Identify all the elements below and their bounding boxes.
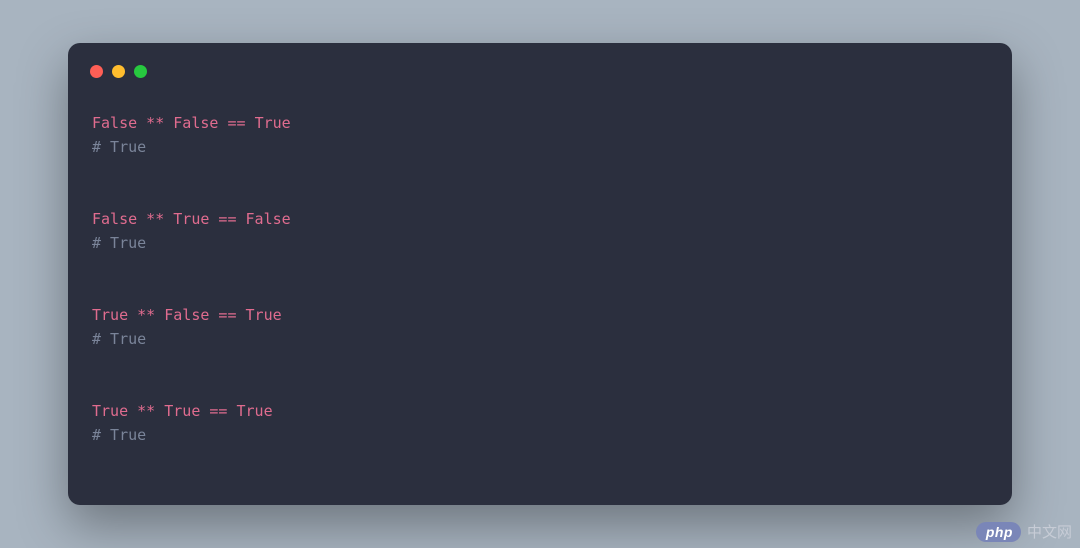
- php-badge: php: [976, 522, 1021, 542]
- code-expression-line: False ** True == False: [92, 207, 291, 231]
- keyword-token: False: [92, 207, 137, 231]
- keyword-token: False: [164, 303, 209, 327]
- operator-token: ==: [200, 399, 236, 423]
- code-window: False ** False == True# TrueFalse ** Tru…: [68, 43, 1012, 505]
- keyword-token: False: [246, 207, 291, 231]
- minimize-icon[interactable]: [112, 65, 125, 78]
- close-icon[interactable]: [90, 65, 103, 78]
- watermark-text: 中文网: [1027, 521, 1072, 542]
- maximize-icon[interactable]: [134, 65, 147, 78]
- blank-line: [92, 159, 291, 207]
- keyword-token: True: [92, 399, 128, 423]
- operator-token: ==: [209, 207, 245, 231]
- comment-text: # True: [92, 231, 146, 255]
- code-expression-line: False ** False == True: [92, 111, 291, 135]
- keyword-token: True: [246, 303, 282, 327]
- blank-line: [92, 351, 291, 399]
- traffic-lights: [90, 65, 147, 78]
- operator-token: ==: [209, 303, 245, 327]
- code-comment-line: # True: [92, 423, 291, 447]
- code-expression-line: True ** False == True: [92, 303, 291, 327]
- code-expression-line: True ** True == True: [92, 399, 291, 423]
- keyword-token: True: [173, 207, 209, 231]
- keyword-token: False: [92, 111, 137, 135]
- operator-token: **: [137, 111, 173, 135]
- comment-text: # True: [92, 423, 146, 447]
- comment-text: # True: [92, 327, 146, 351]
- operator-token: **: [137, 207, 173, 231]
- keyword-token: True: [164, 399, 200, 423]
- keyword-token: False: [173, 111, 218, 135]
- operator-token: ==: [218, 111, 254, 135]
- code-comment-line: # True: [92, 327, 291, 351]
- code-comment-line: # True: [92, 231, 291, 255]
- operator-token: **: [128, 303, 164, 327]
- code-block: False ** False == True# TrueFalse ** Tru…: [92, 111, 291, 447]
- operator-token: **: [128, 399, 164, 423]
- watermark: php 中文网: [976, 521, 1072, 542]
- keyword-token: True: [92, 303, 128, 327]
- code-comment-line: # True: [92, 135, 291, 159]
- blank-line: [92, 255, 291, 303]
- keyword-token: True: [255, 111, 291, 135]
- comment-text: # True: [92, 135, 146, 159]
- keyword-token: True: [237, 399, 273, 423]
